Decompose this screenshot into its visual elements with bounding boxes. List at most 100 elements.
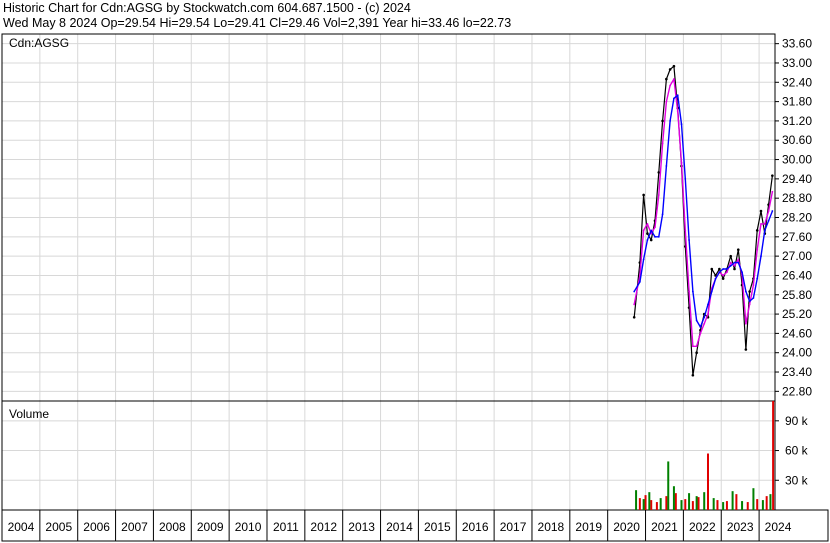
price-data-point bbox=[650, 229, 653, 232]
price-data-point bbox=[633, 290, 636, 293]
price-grid bbox=[1, 34, 775, 401]
price-tick-label: 27.00 bbox=[782, 249, 812, 263]
volume-bar bbox=[725, 501, 728, 510]
volume-tick-label: 60 k bbox=[785, 444, 809, 458]
price-data-point bbox=[759, 209, 763, 213]
year-tick-label: 2008 bbox=[159, 520, 186, 534]
price-data-point bbox=[729, 261, 732, 264]
price-data-point bbox=[741, 271, 743, 274]
price-data-point bbox=[733, 264, 736, 267]
x-ticks: 2004 2005 2006 2007 2008 2009 2010 2011 2012 2013… bbox=[1, 510, 792, 541]
year-tick-label: 2023 bbox=[727, 520, 754, 534]
price-data-point bbox=[726, 268, 728, 270]
price-data-point bbox=[722, 274, 725, 277]
price-data-point bbox=[756, 248, 759, 251]
price-data-point bbox=[669, 120, 672, 122]
price-data-point bbox=[767, 210, 770, 212]
price-data-point bbox=[642, 193, 645, 197]
price-data-point bbox=[672, 64, 676, 68]
price-data-point bbox=[733, 267, 736, 271]
volume-bar bbox=[703, 492, 706, 510]
price-data-point bbox=[729, 264, 732, 267]
volume-bar bbox=[756, 499, 759, 510]
price-data-point bbox=[748, 300, 751, 303]
price-data-point bbox=[676, 94, 679, 97]
year-tick-label: 2017 bbox=[500, 520, 527, 534]
price-data-point bbox=[703, 322, 706, 325]
price-data-point bbox=[752, 297, 755, 299]
price-tick-label: 24.60 bbox=[782, 326, 812, 340]
price-data-point bbox=[763, 229, 766, 232]
year-tick-label: 2013 bbox=[348, 520, 375, 534]
price-tick-label: 33.00 bbox=[782, 56, 812, 70]
price-data-point bbox=[673, 78, 675, 80]
price-tick-label: 30.60 bbox=[782, 133, 812, 147]
volume-bar bbox=[659, 498, 662, 510]
year-tick-label: 2006 bbox=[83, 520, 110, 534]
price-data-point bbox=[668, 68, 672, 71]
price-data-point bbox=[695, 345, 698, 348]
volume-tick-label: 90 k bbox=[785, 414, 809, 428]
volume-bar bbox=[695, 496, 698, 510]
price-tick-label: 22.80 bbox=[782, 384, 812, 398]
volume-bar bbox=[638, 498, 641, 510]
volume-bar bbox=[769, 494, 772, 510]
price-panel-title: Cdn:AGSG bbox=[9, 36, 69, 50]
volume-bar bbox=[752, 488, 755, 510]
price-data-point bbox=[638, 280, 641, 283]
volume-bar bbox=[746, 502, 749, 510]
price-data-point bbox=[722, 268, 725, 270]
price-data-point bbox=[752, 284, 755, 287]
price-tick-label: 23.40 bbox=[782, 365, 812, 379]
volume-bar bbox=[684, 499, 687, 510]
price-data-point bbox=[744, 322, 747, 325]
year-tick-label: 2016 bbox=[462, 520, 489, 534]
volume-bar bbox=[761, 500, 764, 510]
price-data-point bbox=[744, 290, 747, 293]
price-data-point bbox=[691, 290, 694, 293]
price-data-point bbox=[691, 373, 695, 377]
price-data-point bbox=[771, 210, 774, 212]
price-data-point bbox=[691, 345, 694, 348]
price-data-point bbox=[771, 190, 774, 193]
price-series bbox=[632, 64, 774, 377]
price-data-point bbox=[756, 277, 759, 280]
volume-y-ticks: 90 k 60 k 30 k bbox=[775, 414, 809, 487]
price-data-point bbox=[760, 223, 762, 225]
price-tick-label: 29.40 bbox=[782, 172, 812, 186]
volume-bar bbox=[741, 501, 744, 510]
volume-bar bbox=[722, 502, 725, 510]
price-data-point bbox=[710, 290, 713, 293]
price-tick-label: 25.20 bbox=[782, 307, 812, 321]
price-data-point bbox=[665, 77, 668, 81]
price-tick-label: 31.20 bbox=[782, 114, 812, 128]
price-data-point bbox=[633, 303, 636, 306]
price-tick-label: 24.00 bbox=[782, 346, 812, 360]
price-data-point bbox=[707, 313, 709, 315]
price-series-line bbox=[633, 78, 774, 347]
price-tick-label: 31.80 bbox=[782, 95, 812, 109]
price-data-point bbox=[676, 110, 679, 113]
price-data-point bbox=[737, 258, 740, 261]
volume-bar bbox=[716, 500, 719, 510]
year-tick-label: 2004 bbox=[8, 520, 35, 534]
volume-bar bbox=[691, 501, 694, 510]
volume-bar bbox=[672, 486, 675, 510]
year-tick-label: 2014 bbox=[386, 520, 413, 534]
volume-bar bbox=[706, 453, 709, 510]
price-data-point bbox=[695, 351, 698, 355]
volume-bar bbox=[735, 494, 738, 510]
price-data-point bbox=[680, 161, 683, 164]
price-data-point bbox=[729, 254, 733, 258]
volume-bar bbox=[635, 490, 638, 510]
year-tick-label: 2009 bbox=[197, 520, 224, 534]
year-tick-label: 2018 bbox=[538, 520, 565, 534]
price-data-point bbox=[661, 142, 664, 145]
price-data-point bbox=[688, 290, 690, 293]
price-data-point bbox=[657, 235, 660, 238]
price-data-point bbox=[654, 235, 656, 238]
price-data-point bbox=[763, 223, 766, 225]
price-data-point bbox=[771, 174, 774, 177]
year-tick-label: 2020 bbox=[613, 520, 640, 534]
price-data-point bbox=[684, 177, 687, 180]
